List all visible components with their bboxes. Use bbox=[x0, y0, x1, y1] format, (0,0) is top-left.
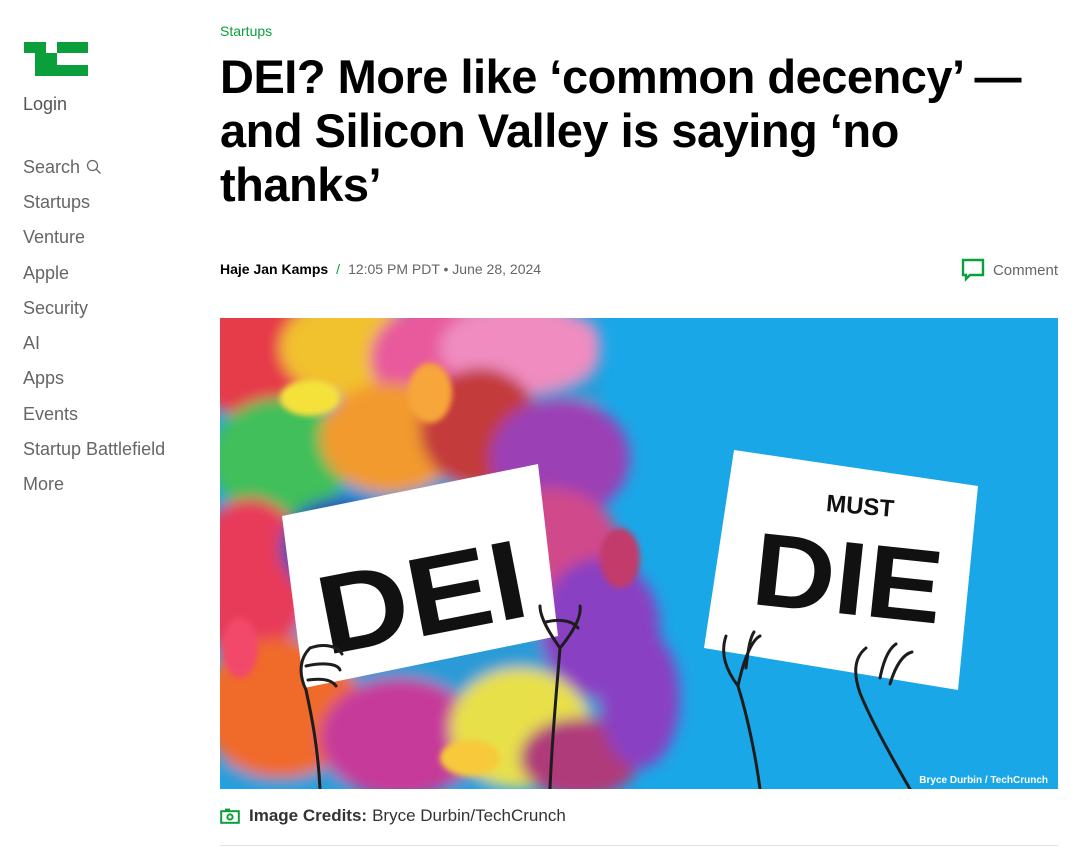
sidebar-item-label: Security bbox=[23, 297, 89, 318]
image-credits-value: Bryce Durbin/TechCrunch bbox=[372, 806, 566, 825]
sidebar-item-label: More bbox=[23, 474, 65, 495]
sidebar-item-label: Apple bbox=[23, 262, 70, 283]
byline-separator: / bbox=[336, 261, 341, 277]
sidebar-item-label: Startup Battlefield bbox=[23, 439, 166, 460]
hero-credit-tag: Bryce Durbin / TechCrunch bbox=[919, 775, 1048, 786]
comment-button[interactable]: Comment bbox=[961, 258, 1058, 282]
camera-icon bbox=[220, 808, 240, 824]
sidebar: Login Search Startups Venture Apple Secu… bbox=[0, 0, 200, 855]
sidebar-item-label: Events bbox=[23, 403, 79, 424]
sidebar-item-label: Apps bbox=[23, 368, 65, 389]
sidebar-item-events[interactable]: Events bbox=[23, 396, 165, 431]
byline: Haje Jan Kamps / 12:05 PM PDT • June 28,… bbox=[220, 261, 541, 277]
article-category[interactable]: Startups bbox=[220, 23, 272, 39]
dei-must-die-sign: MUST DIE bbox=[704, 450, 978, 690]
comment-label: Comment bbox=[992, 261, 1058, 279]
sidebar-nav: Search Startups Venture Apple Security A… bbox=[23, 149, 165, 502]
sidebar-item-startup-battlefield[interactable]: Startup Battlefield bbox=[23, 431, 165, 466]
sidebar-item-search[interactable]: Search bbox=[23, 149, 165, 184]
divider bbox=[220, 845, 1058, 846]
sidebar-item-ai[interactable]: AI bbox=[23, 325, 165, 360]
article-title: DEI? More like ‘common decency’ — and Si… bbox=[220, 50, 1022, 211]
sidebar-item-label: Venture bbox=[23, 227, 86, 248]
sidebar-item-venture[interactable]: Venture bbox=[23, 220, 165, 255]
hero-image: DEI MUST DIE Bryce Durbin / TechCrunch bbox=[220, 318, 1058, 789]
image-credits-label: Image Credits: bbox=[249, 806, 368, 825]
hero-illustration: DEI MUST DIE Bryce Durbin / TechCrunch bbox=[220, 318, 1058, 789]
image-credits: Image Credits: Bryce Durbin/TechCrunch bbox=[220, 806, 566, 826]
sidebar-item-startups[interactable]: Startups bbox=[23, 184, 165, 219]
die-text: DIE bbox=[747, 511, 948, 646]
login-link[interactable]: Login bbox=[23, 94, 67, 115]
sidebar-item-apple[interactable]: Apple bbox=[23, 255, 165, 290]
comment-icon bbox=[961, 258, 985, 282]
sidebar-item-apps[interactable]: Apps bbox=[23, 361, 165, 396]
sidebar-item-label: Startups bbox=[23, 191, 91, 212]
sidebar-item-more[interactable]: More bbox=[23, 467, 165, 502]
author-link[interactable]: Haje Jan Kamps bbox=[220, 261, 328, 277]
search-icon bbox=[86, 159, 102, 174]
sidebar-item-label: AI bbox=[23, 333, 41, 354]
sidebar-item-security[interactable]: Security bbox=[23, 290, 165, 325]
search-label: Search bbox=[23, 156, 81, 177]
publish-timestamp: 12:05 PM PDT • June 28, 2024 bbox=[348, 261, 542, 277]
